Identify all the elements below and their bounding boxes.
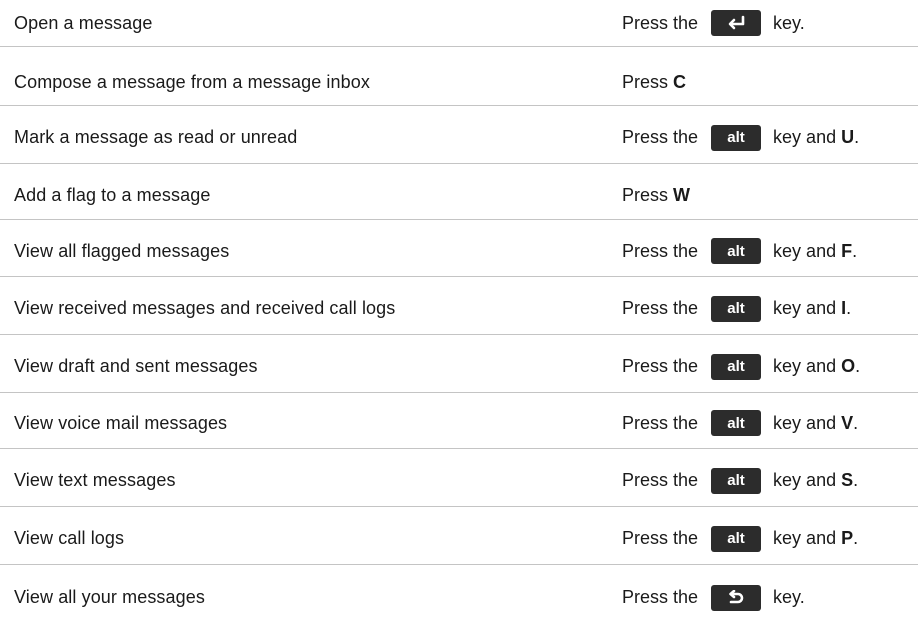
shortcut-letter: W [673, 184, 691, 205]
action-text: Open a message [14, 12, 153, 33]
instruction-end: . [854, 127, 860, 147]
action-text: View all your messages [14, 587, 205, 607]
alt-key: alt [711, 353, 762, 380]
shortcut-letter: O [841, 356, 856, 376]
table-row: Compose a message from a message inbox Pr… [0, 59, 918, 106]
instruction-prefix: Press the [622, 240, 699, 261]
instruction-text: Press the alt key and S. [622, 467, 859, 494]
action-text: View all flagged messages [14, 240, 230, 261]
table-row: View all flagged messages Press the alt key… [0, 226, 918, 277]
instruction-prefix: Press the [622, 356, 699, 376]
instruction-suffix: key. [773, 587, 805, 607]
instruction-text: Press the alt key and P. [622, 525, 859, 552]
instruction-text: Press C [622, 72, 686, 93]
alt-key: alt [711, 525, 762, 552]
instruction-text: Press the alt key and I. [622, 295, 852, 322]
instruction-text: Press the key. [622, 10, 805, 36]
action-text: View received messages and received call… [14, 298, 396, 318]
alt-key: alt [711, 410, 762, 436]
action-text: View draft and sent messages [14, 356, 258, 376]
alt-key: alt [711, 467, 762, 494]
action-text: Mark a message as read or unread [14, 127, 298, 147]
table-row: View call logs Press the alt key and P. [0, 513, 918, 565]
shortcut-letter: S [841, 470, 854, 490]
instruction-end: . [853, 470, 859, 490]
instruction-suffix: key and [773, 470, 837, 490]
instruction-end: . [855, 356, 861, 376]
table-row: View text messages Press the alt key and S. [0, 455, 918, 507]
shortcut-letter: P [841, 528, 854, 548]
enter-key-icon [711, 10, 762, 36]
instruction-text: Press W [622, 185, 690, 206]
instruction-suffix: key and [773, 412, 837, 433]
instruction-end: . [852, 240, 858, 261]
instruction-end: . [846, 298, 852, 318]
table-row: View voice mail messages Press the alt key … [0, 398, 918, 449]
shortcut-letter: U [841, 127, 855, 147]
table-row: Add a flag to a message Press W [0, 171, 918, 220]
instruction-suffix: key and [773, 127, 837, 147]
instruction-prefix: Press the [622, 298, 699, 318]
action-text: Add a flag to a message [14, 184, 211, 205]
action-text: View call logs [14, 528, 125, 548]
instruction-text: Press the alt key and V. [622, 410, 858, 436]
table-row: Mark a message as read or unread Press th… [0, 112, 918, 164]
table-row: View received messages and received call… [0, 283, 918, 335]
shortcut-table: Open a message Press the key. Compose a mes… [0, 0, 918, 624]
table-row: View all your messages Press the key. [0, 571, 918, 624]
instruction-suffix: key and [773, 356, 837, 376]
instruction-prefix: Press the [622, 412, 699, 433]
shortcut-letter: F [841, 240, 853, 261]
instruction-suffix: key. [773, 12, 805, 33]
action-text: Compose a message from a message inbox [14, 71, 370, 92]
instruction-prefix: Press the [622, 587, 699, 607]
instruction-suffix: key and [773, 528, 837, 548]
shortcut-letter: V [841, 412, 854, 433]
alt-key: alt [711, 295, 762, 322]
shortcut-letter: C [673, 71, 687, 92]
table-row: Open a message Press the key. [0, 0, 918, 47]
table-row: View draft and sent messages Press the alt… [0, 341, 918, 393]
instruction-prefix: Press the [622, 127, 699, 147]
alt-key: alt [711, 238, 762, 264]
instruction-suffix: key and [773, 298, 837, 318]
instruction-prefix: Press [622, 71, 669, 92]
escape-key-icon [711, 584, 762, 611]
instruction-text: Press the alt key and F. [622, 238, 857, 264]
instruction-text: Press the key. [622, 584, 805, 611]
instruction-prefix: Press the [622, 470, 699, 490]
instruction-suffix: key and [773, 240, 837, 261]
instruction-prefix: Press [622, 184, 669, 205]
action-text: View voice mail messages [14, 412, 228, 433]
alt-key: alt [711, 124, 762, 151]
instruction-end: . [853, 412, 859, 433]
instruction-prefix: Press the [622, 528, 699, 548]
instruction-end: . [853, 528, 859, 548]
instruction-prefix: Press the [622, 12, 699, 33]
instruction-text: Press the alt key and U. [622, 124, 860, 151]
action-text: View text messages [14, 470, 176, 490]
instruction-text: Press the alt key and O. [622, 353, 861, 380]
